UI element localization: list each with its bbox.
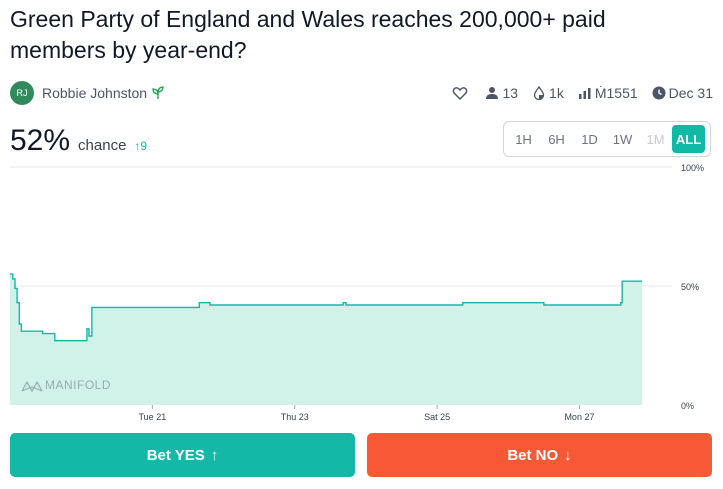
range-button-1d[interactable]: 1D <box>573 125 606 153</box>
arrow-up-icon: ↑ <box>210 446 219 464</box>
bet-yes-button[interactable]: Bet YES ↑ <box>10 433 355 477</box>
y-axis-ticks: 100% 50% 0% <box>681 163 704 411</box>
time-range-selector: 1H 6H 1D 1W 1M ALL <box>503 121 711 157</box>
author-name[interactable]: Robbie Johnston <box>42 85 147 101</box>
watermark-text: MANIFOLD <box>45 378 111 392</box>
author-avatar[interactable]: RJ <box>10 81 34 105</box>
close-date-stat[interactable]: Dec 31 <box>652 85 713 101</box>
x-tick-label: Tue 21 <box>139 412 167 422</box>
bet-no-button[interactable]: Bet NO ↓ <box>367 433 712 477</box>
x-tick-label: Thu 23 <box>281 412 309 422</box>
probability-change-value: 9 <box>140 139 148 153</box>
x-axis-ticks: Tue 21 Thu 23 Sat 25 Mon 27 <box>139 405 594 422</box>
volume-amount: Ṁ1551 <box>594 85 638 101</box>
liquidity-stat[interactable]: 1k <box>532 85 564 101</box>
range-button-6h[interactable]: 6H <box>540 125 573 153</box>
follow-button[interactable] <box>452 85 471 101</box>
bet-yes-label: Bet YES <box>146 446 205 464</box>
bar-chart-icon <box>578 88 591 99</box>
probability-change: ↑9 <box>134 139 147 153</box>
clock-icon <box>652 86 666 100</box>
y-tick-label: 50% <box>681 282 699 292</box>
probability-chart[interactable]: MANIFOLD 100% 50% 0% Tue 21 Thu 23 Sat 25 Mon… <box>0 160 723 425</box>
traders-stat[interactable]: 13 <box>485 85 518 101</box>
close-date: Dec 31 <box>668 85 713 101</box>
range-button-1w[interactable]: 1W <box>606 125 639 153</box>
range-button-all[interactable]: ALL <box>672 125 705 153</box>
x-tick-label: Sat 25 <box>424 412 450 422</box>
y-tick-label: 100% <box>681 163 704 173</box>
sprout-icon <box>151 86 165 100</box>
author-row: RJ Robbie Johnston 13 1k Ṁ1551 Dec 31 <box>10 81 713 105</box>
y-tick-label: 0% <box>681 401 694 411</box>
heart-icon <box>453 87 468 100</box>
range-button-1m: 1M <box>646 131 665 147</box>
x-tick-label: Mon 27 <box>564 412 594 422</box>
liquidity-amount: 1k <box>549 85 564 101</box>
bet-no-label: Bet NO <box>507 446 559 464</box>
market-title: Green Party of England and Wales reaches… <box>10 6 606 63</box>
probability-value: 52% <box>10 124 71 157</box>
chart-grid <box>10 166 672 287</box>
user-icon <box>486 87 499 99</box>
traders-count: 13 <box>502 85 519 101</box>
market-stats: 13 1k Ṁ1551 Dec 31 <box>438 85 713 101</box>
droplet-icon <box>533 86 545 100</box>
range-button-1h[interactable]: 1H <box>507 125 540 153</box>
probability-row: 52% chance ↑9 <box>10 124 147 158</box>
arrow-down-icon: ↓ <box>564 446 572 464</box>
probability-label: chance <box>78 137 127 154</box>
volume-stat[interactable]: Ṁ1551 <box>578 85 638 101</box>
